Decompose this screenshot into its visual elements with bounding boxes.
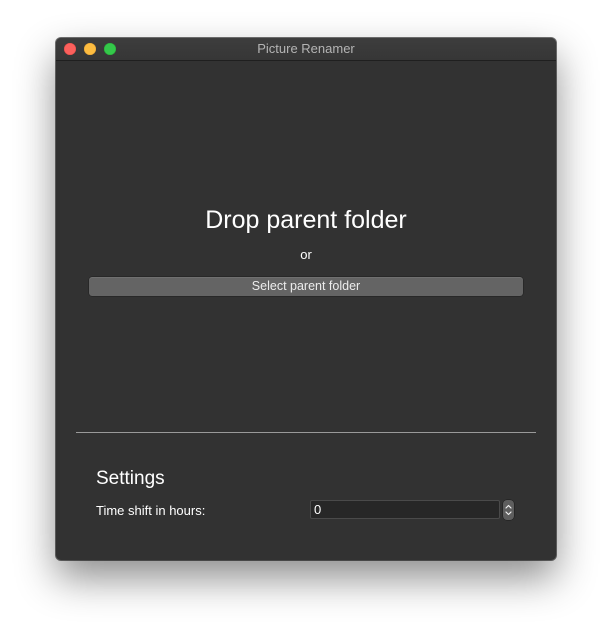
time-shift-label: Time shift in hours: xyxy=(96,503,206,518)
select-parent-folder-button[interactable]: Select parent folder xyxy=(89,277,523,296)
title-bar[interactable]: Picture Renamer xyxy=(56,38,556,61)
chevron-up-down-icon xyxy=(505,504,512,516)
app-window: Picture Renamer Drop parent folder or Se… xyxy=(56,38,556,560)
or-label: or xyxy=(300,247,312,262)
settings-heading: Settings xyxy=(96,468,165,489)
drop-folder-heading: Drop parent folder xyxy=(205,206,407,234)
section-divider xyxy=(76,432,536,433)
time-shift-stepper[interactable] xyxy=(503,500,514,520)
time-shift-input[interactable] xyxy=(310,500,500,519)
window-title: Picture Renamer xyxy=(257,41,355,56)
